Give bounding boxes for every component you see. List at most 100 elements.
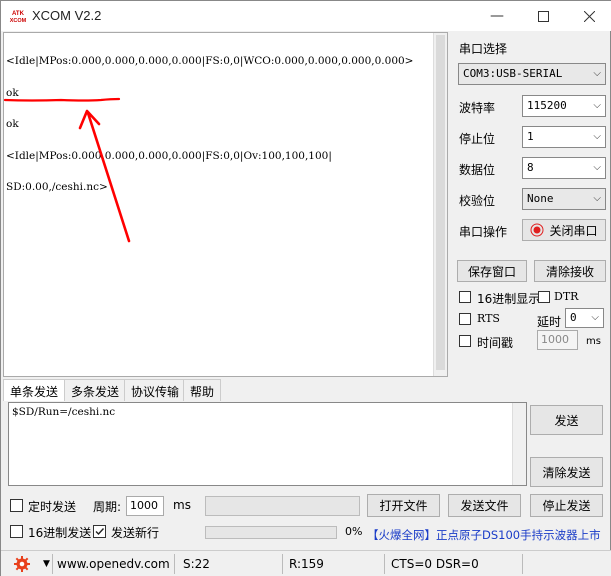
send-file-button[interactable]: 发送文件	[448, 494, 521, 517]
period-unit: ms	[173, 498, 191, 512]
clear-receive-button[interactable]: 清除接收	[534, 260, 606, 282]
send-label: 发送	[554, 413, 579, 428]
port-value: COM3:USB-SERIAL	[463, 67, 563, 80]
received-count: R:159	[285, 554, 385, 574]
stopbits-value: 1	[527, 130, 534, 143]
close-port-label: 关闭串口	[549, 223, 598, 238]
minimize-icon: —	[490, 8, 504, 24]
databits-value: 8	[527, 161, 534, 174]
chevron-down-icon: ⌵	[593, 193, 601, 204]
status-extra	[523, 554, 608, 574]
ad-link[interactable]: 【火爆全网】正点原子DS100手持示波器上市	[367, 527, 601, 543]
tab-single-send[interactable]: 单条发送	[3, 379, 66, 401]
maximize-icon	[537, 10, 549, 22]
rts-label: RTS	[477, 312, 500, 325]
port-label: 串口选择	[459, 42, 508, 56]
timed-send-checkbox[interactable]	[10, 499, 23, 512]
minimize-button[interactable]: —	[474, 1, 520, 31]
stopbits-select[interactable]: 1 ⌵	[522, 126, 606, 148]
baud-select[interactable]: 115200 ⌵	[522, 95, 606, 117]
scrollbar-thumb[interactable]	[436, 35, 445, 370]
hex-display-checkbox[interactable]	[459, 291, 471, 303]
rts-checkbox[interactable]	[459, 313, 471, 325]
receive-line: <Idle|MPos:0.000,0.000,0.000,0.000|FS:0,…	[6, 55, 414, 67]
port-op-label: 串口操作	[459, 225, 508, 239]
stopbits-label: 停止位	[459, 132, 496, 146]
parity-value: None	[527, 192, 554, 205]
baud-value: 115200	[527, 99, 567, 112]
xcom-logo: ATK XCOM	[9, 8, 27, 24]
dtr-checkbox[interactable]	[538, 291, 550, 303]
send-progress-bar	[205, 526, 337, 539]
parity-select[interactable]: None ⌵	[522, 188, 606, 210]
close-port-button[interactable]: 关闭串口	[522, 219, 606, 241]
clear-receive-label: 清除接收	[545, 264, 594, 279]
save-window-button[interactable]: 保存窗口	[457, 260, 527, 282]
receive-line: SD:0.00,/ceshi.nc>	[6, 181, 108, 193]
line-status: CTS=0 DSR=0 DCD=0	[387, 554, 523, 574]
chevron-down-icon: ⌵	[593, 131, 601, 142]
tab-protocol[interactable]: 协议传输	[124, 379, 187, 401]
send-file-label: 发送文件	[460, 499, 509, 513]
period-input[interactable]: 1000	[126, 496, 164, 516]
port-status-icon	[530, 223, 544, 237]
databits-select[interactable]: 8 ⌵	[522, 157, 606, 179]
parity-label: 校验位	[459, 194, 496, 208]
timestamp-checkbox[interactable]	[459, 335, 471, 347]
newline-label: 发送新行	[111, 526, 160, 540]
file-path-field	[205, 496, 360, 516]
delay-select[interactable]: 0 ⌵	[565, 308, 604, 328]
open-file-button[interactable]: 打开文件	[367, 494, 440, 517]
receive-content: <Idle|MPos:0.000,0.000,0.000,0.000|FS:0,…	[6, 35, 434, 214]
hex-send-label: 16进制发送	[28, 526, 92, 540]
delay-value: 0	[570, 311, 577, 324]
receive-line: <Idle|MPos:0.000,0.000,0.000,0.000|FS:0,…	[6, 149, 332, 162]
open-file-label: 打开文件	[379, 499, 428, 513]
check-icon	[95, 528, 105, 536]
chevron-down-icon: ⌵	[591, 312, 599, 323]
title-bar: ATK XCOM XCOM V2.2 —	[1, 1, 611, 31]
close-window-button[interactable]	[566, 1, 611, 31]
clear-send-label: 清除发送	[542, 465, 591, 480]
baud-label: 波特率	[459, 101, 496, 115]
chevron-down-icon: ⌵	[593, 162, 601, 173]
gear-icon	[14, 556, 30, 572]
send-button[interactable]: 发送	[530, 405, 603, 435]
receive-scrollbar[interactable]	[433, 33, 447, 376]
timestamp-input[interactable]: 1000	[537, 330, 578, 350]
xcom-window: ATK XCOM XCOM V2.2 — <Idle|MPos:0.000,0.…	[0, 0, 611, 576]
databits-label: 数据位	[459, 163, 496, 177]
timed-send-label: 定时发送	[28, 500, 77, 514]
send-scrollbar[interactable]	[512, 403, 526, 485]
caret-down-icon: ▼	[43, 559, 50, 569]
send-textarea[interactable]: $SD/Run=/ceshi.nc	[8, 402, 527, 486]
tab-help[interactable]: 帮助	[183, 379, 222, 401]
settings-menu[interactable]: ▼	[5, 554, 53, 574]
clear-send-button[interactable]: 清除发送	[530, 457, 603, 487]
svg-text:XCOM: XCOM	[10, 18, 27, 24]
stop-send-button[interactable]: 停止发送	[530, 494, 603, 517]
progress-percent: 0%	[345, 525, 363, 538]
close-icon	[583, 10, 595, 22]
maximize-button[interactable]	[520, 1, 566, 31]
website-link[interactable]: www.openedv.com	[53, 554, 175, 574]
status-bar: ▼ www.openedv.com S:22 R:159 CTS=0 DSR=0…	[1, 550, 611, 576]
stop-send-label: 停止发送	[542, 499, 591, 513]
chevron-down-icon: ⌵	[593, 100, 601, 111]
timestamp-label: 时间戳	[477, 336, 514, 350]
port-select[interactable]: COM3:USB-SERIAL ⌵	[458, 63, 606, 85]
send-content: $SD/Run=/ceshi.nc	[12, 406, 116, 418]
newline-checkbox[interactable]	[93, 525, 106, 538]
svg-text:ATK: ATK	[12, 11, 25, 17]
sent-count: S:22	[179, 554, 283, 574]
hex-display-label: 16进制显示	[477, 292, 541, 306]
receive-textarea[interactable]: <Idle|MPos:0.000,0.000,0.000,0.000|FS:0,…	[3, 32, 448, 377]
save-window-label: 保存窗口	[467, 264, 516, 279]
dtr-label: DTR	[554, 290, 579, 303]
period-label: 周期:	[93, 500, 122, 514]
timestamp-unit: ms	[586, 336, 601, 347]
tab-multi-send[interactable]: 多条发送	[64, 379, 127, 401]
hex-send-checkbox[interactable]	[10, 525, 23, 538]
delay-label: 延时	[537, 315, 562, 329]
chevron-down-icon: ⌵	[593, 68, 601, 79]
